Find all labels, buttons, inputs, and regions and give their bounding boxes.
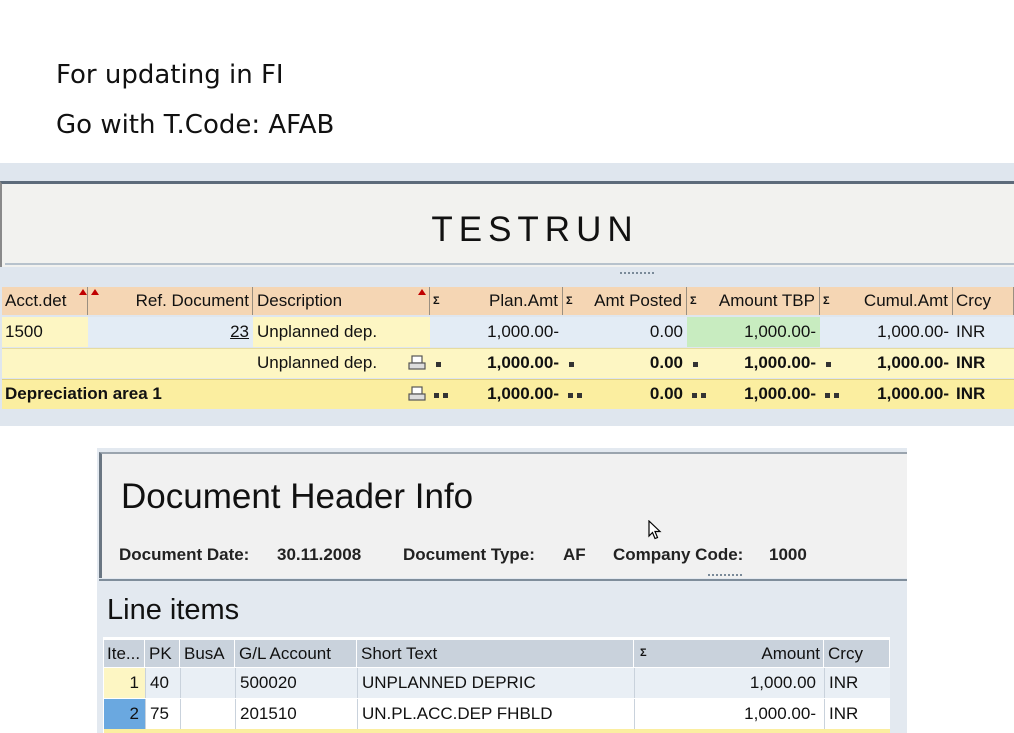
slide-line-2: Go with T.Code: AFAB [56,110,335,140]
col-plan-amt[interactable]: Σ Plan.Amt [430,287,563,315]
sum-icon: Σ [690,295,697,307]
col-item[interactable]: Ite... [104,640,145,667]
subtotal-plan-amt: 1,000.00- [487,353,559,372]
cell-busa [180,699,235,729]
document-separator [99,579,907,581]
cell-gl-account: 500020 [235,668,357,698]
col-amount-tbp-label: Amount TBP [718,291,815,310]
cell-busa [180,668,235,698]
splitter-grip[interactable] [620,272,654,276]
subtotal-amount-tbp: 1,000.00- [744,353,816,372]
company-code-label: Company Code: [613,545,744,564]
mouse-cursor-icon [648,520,662,540]
subtotal-cumul-amt: 1,000.00- [877,353,949,372]
cell-plan-amt: 1,000.00- [430,317,563,347]
total-plan-amt: 1,000.00- [487,384,559,403]
slide-line-1: For updating in FI [56,60,284,90]
subtotal-amt-posted: 0.00 [649,353,683,372]
col-pk[interactable]: PK [145,640,180,667]
total-crcy: INR [956,384,986,403]
table-footer-strip [104,729,890,733]
subtotal-description: Unplanned dep. [257,353,378,372]
document-header-title: Document Header Info [121,477,474,516]
col-acct-det[interactable]: Acct.det [2,287,88,315]
total-label: Depreciation area 1 [5,384,162,403]
testrun-separator [5,263,1014,265]
col-amount[interactable]: Σ Amount [634,640,824,667]
sort-asc-icon [79,289,87,295]
total-icon[interactable] [408,386,426,402]
cell-description: Unplanned dep. [253,317,430,347]
col-description[interactable]: Description [253,287,430,315]
col-crcy[interactable]: Crcy [953,287,1014,315]
col-busa[interactable]: BusA [180,640,235,667]
total-cumul-amt: 1,000.00- [877,384,949,403]
sum-icon: Σ [566,295,573,307]
cell-crcy: INR [953,317,1014,347]
col-short-text[interactable]: Short Text [357,640,634,667]
line-items-title: Line items [107,594,240,626]
cell-cumul-amt: 1,000.00- [820,317,953,347]
subtotal-icon[interactable] [408,355,426,371]
ref-document-link[interactable]: 23 [88,317,253,347]
subtotal-crcy: INR [956,353,986,372]
document-date-value: 30.11.2008 [277,545,362,564]
cell-short-text: UNPLANNED DEPRIC [357,668,634,698]
col-amt-posted[interactable]: Σ Amt Posted [563,287,687,315]
cell-acct-det: 1500 [2,317,88,347]
splitter-grip[interactable] [708,574,742,578]
col-amt-posted-label: Amt Posted [594,291,682,310]
col-amount-tbp[interactable]: Σ Amount TBP [687,287,820,315]
cell-amount: 1,000.00 [634,668,824,698]
cell-amount-tbp: 1,000.00- [687,317,820,347]
cell-amt-posted: 0.00 [563,317,687,347]
cell-item[interactable]: 2 [104,699,145,729]
sum-icon: Σ [433,295,440,307]
testrun-title: TESTRUN [431,210,639,249]
cell-crcy: INR [824,699,890,729]
col-gl-account[interactable]: G/L Account [235,640,357,667]
document-type-label: Document Type: [403,545,535,564]
cell-short-text: UN.PL.ACC.DEP FHBLD [357,699,634,729]
cell-item[interactable]: 1 [104,668,145,698]
col-ref-document[interactable]: Ref. Document [88,287,253,315]
cell-pk: 75 [145,699,180,729]
company-code-value: 1000 [769,545,807,564]
sort-asc-icon [91,289,99,295]
col-amount-label: Amount [761,644,820,663]
sort-asc-icon [418,289,426,295]
total-amt-posted: 0.00 [649,384,683,403]
total-amount-tbp: 1,000.00- [744,384,816,403]
col-cumul-amt-label: Cumul.Amt [863,291,948,310]
sum-icon: Σ [823,295,830,307]
col-crcy[interactable]: Crcy [824,640,890,667]
cell-crcy: INR [824,668,890,698]
col-cumul-amt[interactable]: Σ Cumul.Amt [820,287,953,315]
document-type-value: AF [563,545,586,564]
col-plan-amt-label: Plan.Amt [489,291,558,310]
sum-icon: Σ [640,647,647,659]
cell-amount: 1,000.00- [634,699,824,729]
cell-gl-account: 201510 [235,699,357,729]
cell-pk: 40 [145,668,180,698]
document-date-label: Document Date: [119,545,250,564]
